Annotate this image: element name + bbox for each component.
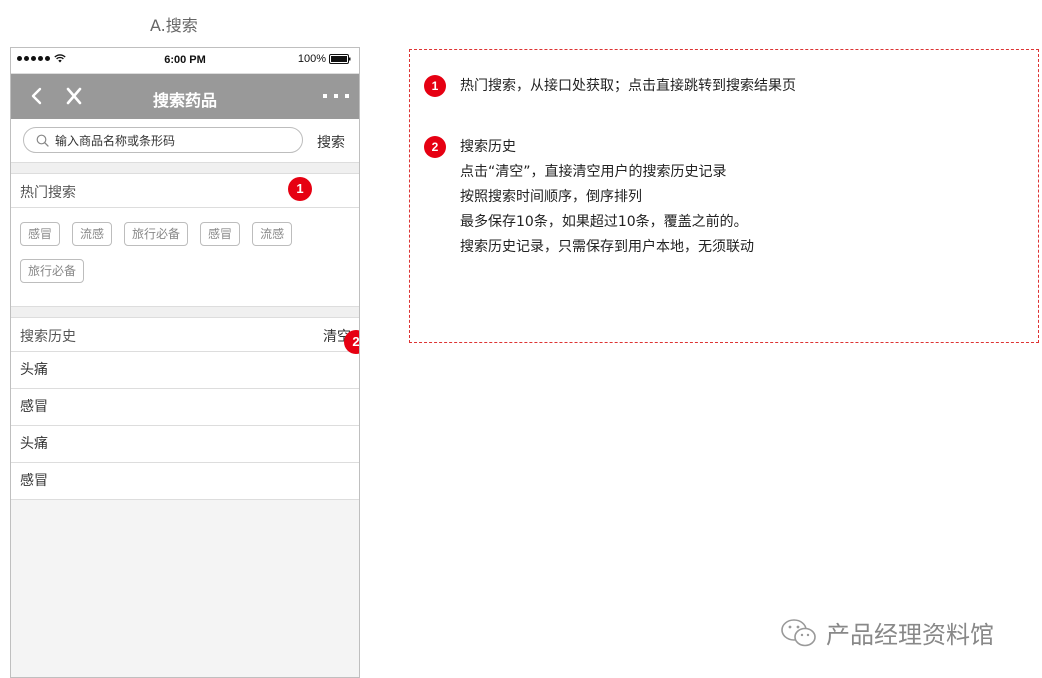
hot-search-tags: 感冒 流感 旅行必备 感冒 流感 旅行必备 bbox=[11, 208, 359, 307]
hot-search-label: 热门搜索 bbox=[20, 185, 76, 201]
search-button[interactable]: 搜索 bbox=[317, 132, 345, 152]
annotation-badge-1: 1 bbox=[288, 177, 312, 201]
battery-percent: 100% bbox=[297, 53, 326, 65]
status-bar: 6:00 PM 100% bbox=[11, 48, 359, 74]
watermark: 产品经理资料馆 bbox=[780, 615, 994, 650]
hot-search-tag[interactable]: 旅行必备 bbox=[20, 259, 85, 283]
note-line: 最多保存10条，如果超过10条，覆盖之前的。 bbox=[460, 214, 748, 230]
note-line: 热门搜索，从接口处获取；点击直接跳转到搜索结果页 bbox=[460, 78, 796, 94]
nav-title: 搜索药品 bbox=[152, 91, 217, 110]
section-divider bbox=[11, 307, 359, 318]
annotation-badge-2: 2 bbox=[344, 330, 359, 354]
search-input[interactable]: 输入商品名称或条形码 bbox=[23, 127, 303, 153]
hot-search-tag[interactable]: 流感 bbox=[252, 222, 293, 246]
hot-search-header: 热门搜索 1 bbox=[11, 174, 359, 208]
history-item[interactable]: 头痛 bbox=[11, 352, 359, 389]
navigation-bar: 搜索药品 bbox=[11, 74, 359, 119]
note-line: 按照搜索时间顺序，倒序排列 bbox=[460, 189, 642, 205]
history-item[interactable]: 头痛 bbox=[11, 426, 359, 463]
search-icon bbox=[36, 134, 49, 147]
note-2: 搜索历史 点击“清空”，直接清空用户的搜索历史记录 按照搜索时间顺序，倒序排列 … bbox=[460, 135, 754, 260]
note-line: 点击“清空”，直接清空用户的搜索历史记录 bbox=[460, 164, 727, 180]
note-badge-2: 2 bbox=[424, 136, 446, 158]
wechat-logo-icon bbox=[781, 618, 816, 646]
more-icon[interactable] bbox=[323, 94, 349, 98]
history-label: 搜索历史 bbox=[20, 329, 76, 345]
section-divider bbox=[11, 163, 359, 174]
note-line: 搜索历史记录，只需保存到用户本地，无须联动 bbox=[460, 239, 754, 255]
history-header: 搜索历史 清空 2 bbox=[11, 318, 359, 354]
hot-search-tag[interactable]: 感冒 bbox=[20, 222, 61, 246]
history-item[interactable]: 感冒 bbox=[11, 463, 359, 500]
history-list: 头痛 感冒 头痛 感冒 bbox=[11, 352, 359, 500]
hot-search-tag[interactable]: 感冒 bbox=[200, 222, 241, 246]
phone-frame: 6:00 PM 100% 搜索药品 输入商品名称或条形码 搜索 热门搜索 1 感… bbox=[10, 47, 360, 678]
page-title: A.搜索 bbox=[150, 16, 198, 35]
hot-search-tag[interactable]: 流感 bbox=[72, 222, 113, 246]
search-placeholder: 输入商品名称或条形码 bbox=[55, 133, 176, 148]
watermark-text: 产品经理资料馆 bbox=[826, 621, 994, 649]
annotation-notes: 1 热门搜索，从接口处获取；点击直接跳转到搜索结果页 2 搜索历史 点击“清空”… bbox=[409, 49, 1039, 343]
history-item[interactable]: 感冒 bbox=[11, 389, 359, 426]
search-bar: 输入商品名称或条形码 搜索 bbox=[11, 119, 359, 163]
hot-search-tag[interactable]: 旅行必备 bbox=[124, 222, 189, 246]
battery-icon bbox=[329, 54, 351, 64]
note-1: 热门搜索，从接口处获取；点击直接跳转到搜索结果页 bbox=[460, 74, 796, 99]
note-line: 搜索历史 bbox=[460, 139, 516, 155]
note-badge-1: 1 bbox=[424, 75, 446, 97]
